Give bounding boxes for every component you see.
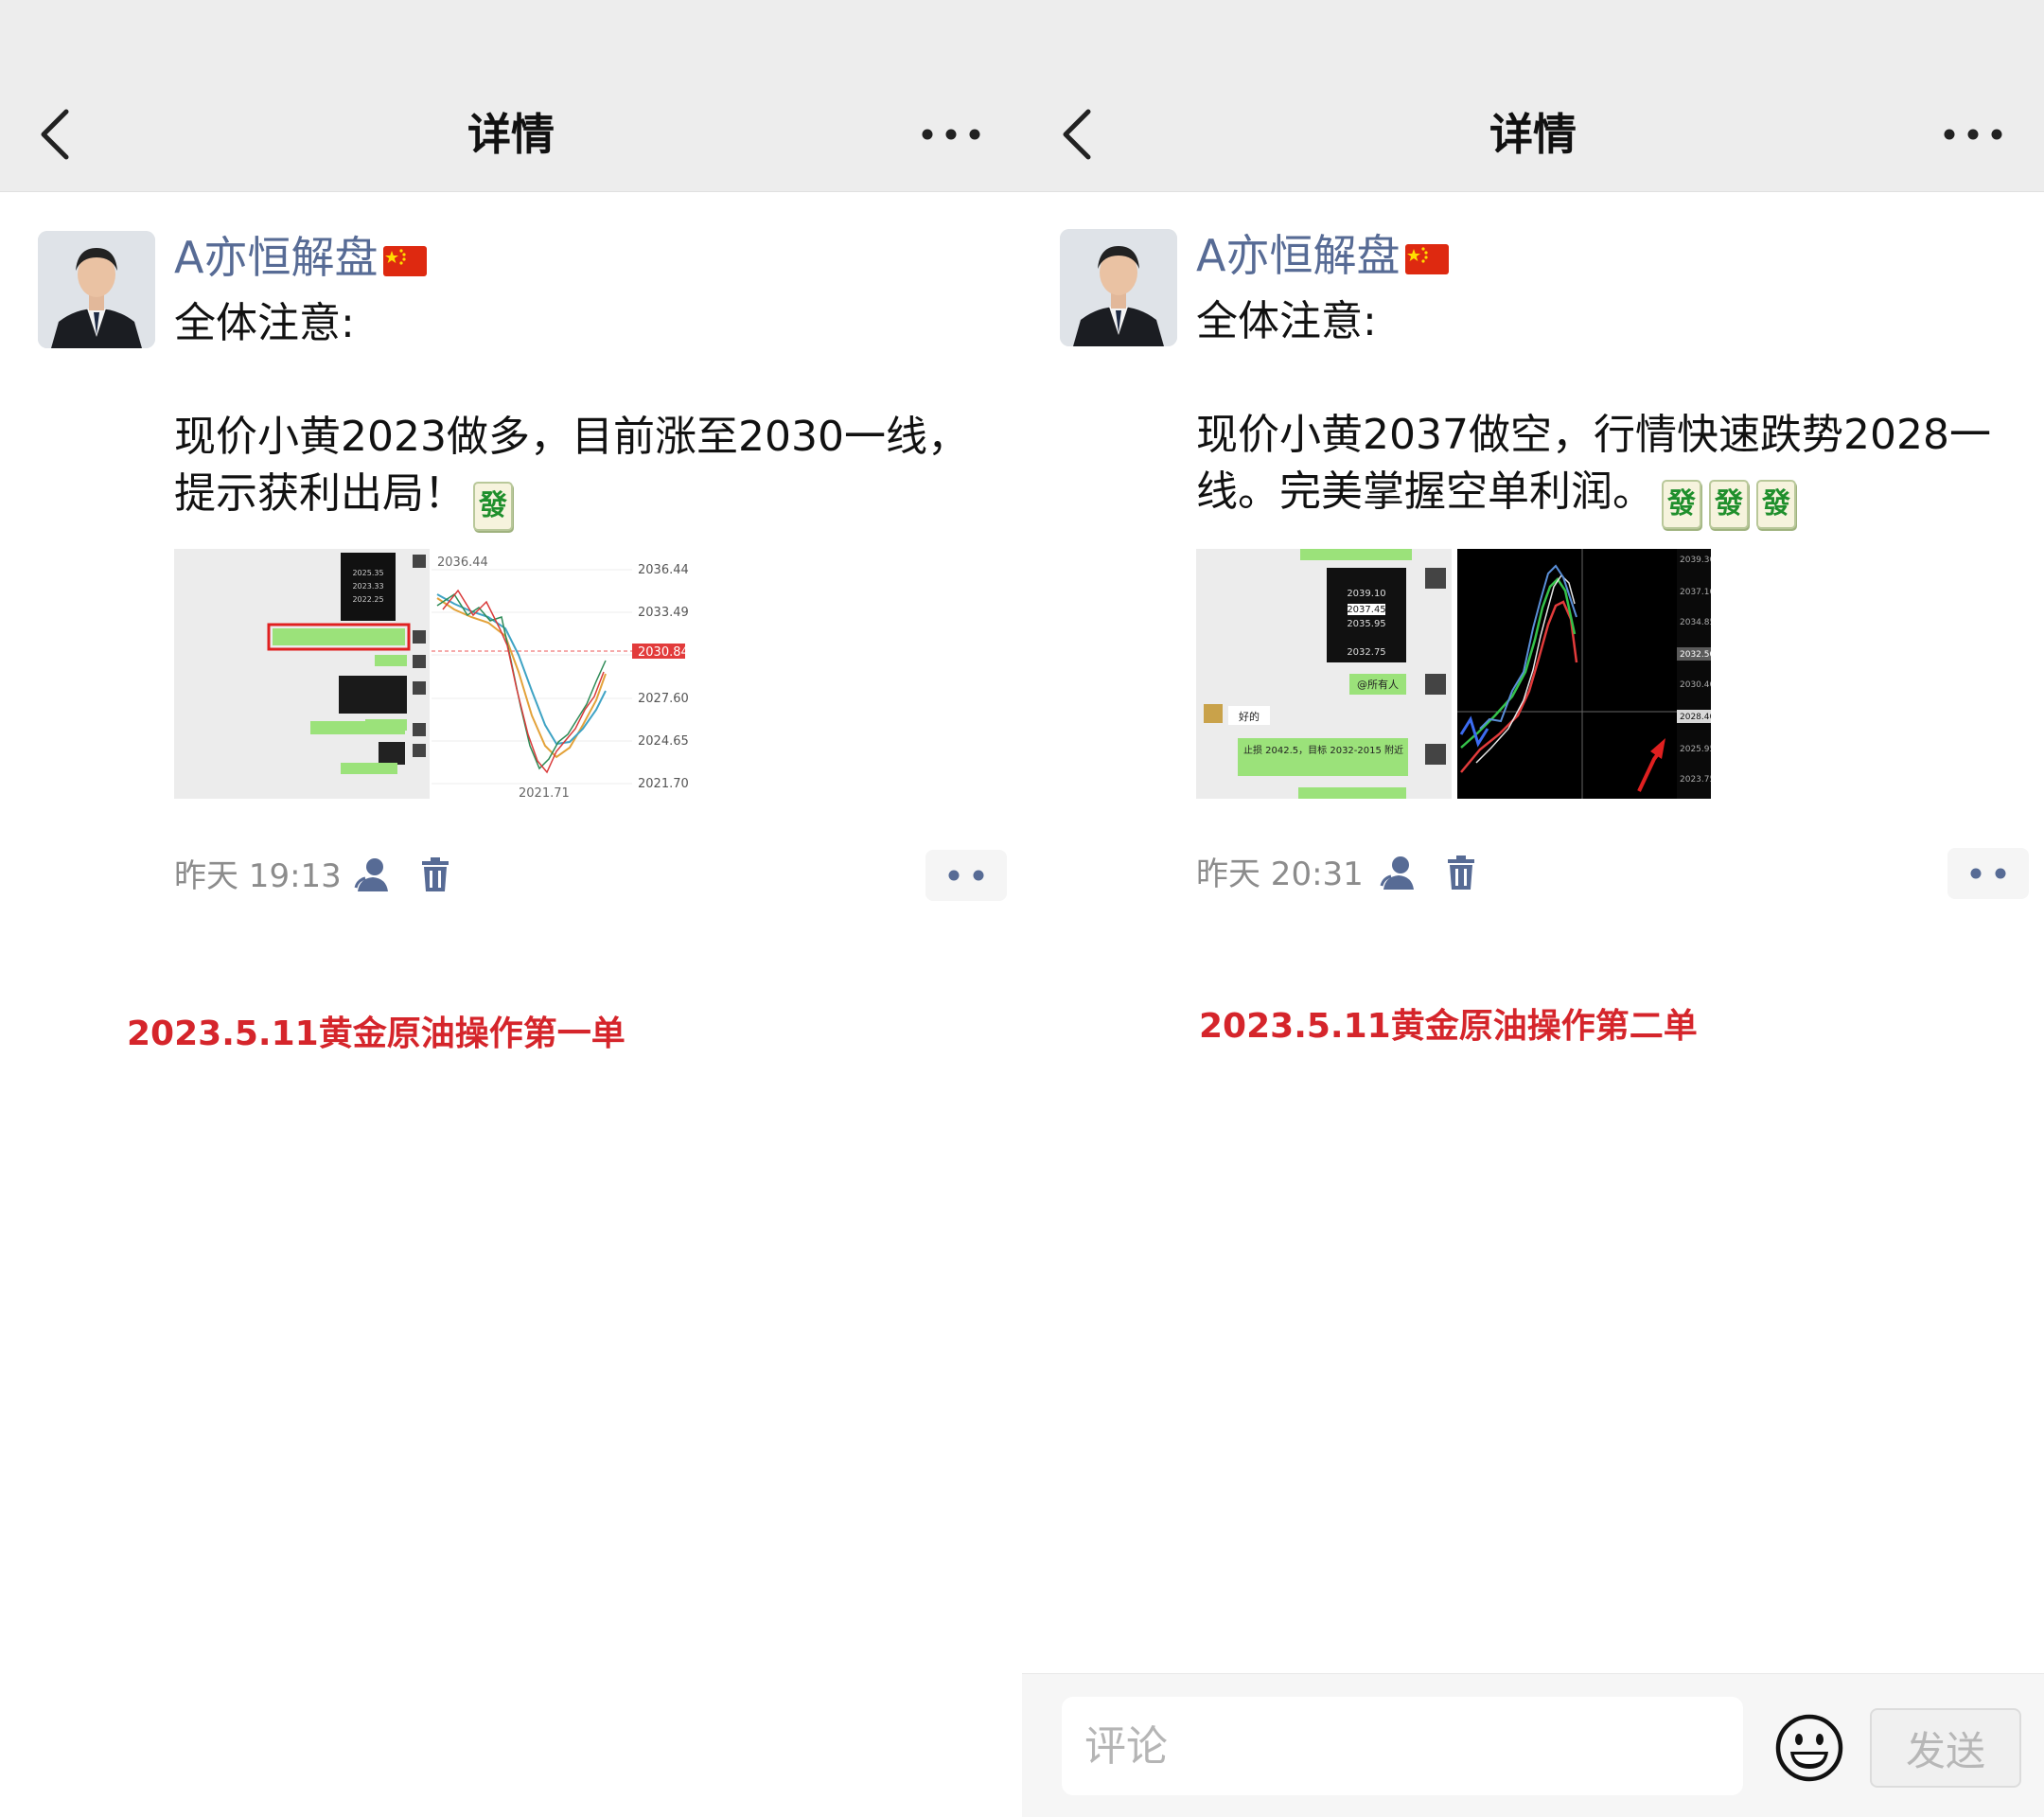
more-icon[interactable]	[918, 108, 984, 161]
post-text-line: 全体注意:	[174, 299, 355, 347]
like-comment-button[interactable]	[1947, 848, 2029, 899]
post-meta: 昨天 20:31	[1196, 848, 2029, 901]
price-tick: 2025.95	[1680, 745, 1711, 754]
price-tick: 2037.10	[1680, 588, 1711, 597]
mahjong-fa-icon: 發	[1756, 480, 1796, 529]
chat-bubble	[1238, 738, 1408, 776]
detail-screen-left: 详情 A亦恒解盘 全体注意: 现价小黄2023做多，目前涨至2030一线，提示获…	[0, 0, 1022, 1817]
status-bar	[0, 0, 1022, 78]
chat-avatar	[413, 744, 426, 757]
mahjong-fa-icon: 發	[1709, 480, 1749, 529]
more-icon[interactable]	[1940, 108, 2006, 161]
caption-label: 2023.5.11黄金原油操作第二单	[1199, 1007, 1698, 1046]
price-tick: 2024.65	[638, 734, 689, 749]
send-button[interactable]: 发送	[1870, 1708, 2021, 1788]
price-tick: 2036.44	[638, 563, 689, 577]
order-price: 2037.45	[1347, 605, 1385, 615]
chat-text: @所有人	[1357, 678, 1399, 691]
order-card	[379, 742, 405, 765]
post-text: 全体注意: 现价小黄2023做多，目前涨至2030一线，提示获利出局！發	[174, 295, 988, 531]
comment-input[interactable]	[1062, 1697, 1743, 1795]
price-tick: 2030.84	[638, 645, 689, 660]
post-image[interactable]: 2025.35 2023.33 2022.25 2036.44 2021.71	[174, 549, 691, 799]
chat-avatar	[413, 655, 426, 668]
chat-avatar	[1425, 744, 1446, 765]
order-price: 2039.10	[1347, 589, 1385, 599]
price-tick: 2032.50	[1680, 650, 1711, 660]
emoji-icon[interactable]	[1773, 1712, 1845, 1784]
detail-screen-right: 详情 A亦恒解盘 全体注意: 现价小黄2037做空，行情快速跌势2028一线。完…	[1022, 0, 2044, 1817]
price-tick: 2027.60	[638, 692, 689, 706]
price-tick: 2023.75	[1680, 775, 1711, 785]
chat-avatar	[1425, 568, 1446, 589]
china-flag-icon	[1405, 243, 1450, 274]
avatar[interactable]	[38, 231, 155, 348]
caption-label: 2023.5.11黄金原油操作第一单	[127, 1014, 626, 1053]
order-price: 2035.95	[1347, 619, 1385, 629]
post-text-line: 现价小黄2037做空，行情快速跌势2028一线。完美掌握空单利润。	[1196, 411, 1991, 516]
post-meta: 昨天 19:13	[174, 850, 1007, 903]
chat-avatar	[1204, 704, 1223, 723]
post-author[interactable]: A亦恒解盘	[1196, 225, 1450, 286]
chat-avatar	[413, 630, 426, 644]
chat-bubble	[310, 721, 405, 734]
price-axis	[1677, 549, 1711, 799]
mahjong-fa-icon: 發	[1662, 480, 1701, 529]
visibility-person-icon[interactable]	[352, 854, 394, 895]
chat-bubble	[375, 655, 407, 666]
page-title: 详情	[467, 109, 555, 160]
order-card	[339, 676, 407, 714]
chat-avatar	[1425, 674, 1446, 695]
avatar[interactable]	[1060, 229, 1177, 346]
price-tick: 2028.40	[1680, 713, 1711, 722]
chat-text: 好的	[1239, 710, 1260, 723]
mahjong-fa-icon: 發	[473, 482, 513, 531]
visibility-person-icon[interactable]	[1378, 852, 1419, 893]
author-name[interactable]: A亦恒解盘	[1196, 230, 1400, 281]
comment-bar: 发送	[1022, 1673, 2044, 1817]
nav-bar: 详情	[1022, 78, 2044, 192]
price-tick: 2039.30	[1680, 556, 1711, 565]
order-price: 2022.25	[352, 595, 383, 604]
post-image[interactable]: 2039.10 2037.45 2035.95 2032.75 @所有人 好的 …	[1196, 549, 1711, 799]
chat-bubble	[273, 628, 405, 645]
chat-avatar	[413, 555, 426, 568]
price-chart	[432, 549, 691, 799]
post-text: 全体注意: 现价小黄2037做空，行情快速跌势2028一线。完美掌握空单利润。發…	[1196, 293, 2010, 529]
order-price: 2032.75	[1347, 647, 1385, 658]
more-dots-icon	[1970, 868, 2006, 879]
chat-bubble	[341, 763, 397, 774]
avatar-portrait-icon	[38, 231, 155, 348]
nav-bar: 详情	[0, 78, 1022, 192]
post-text-line: 全体注意:	[1196, 297, 1377, 345]
price-chart	[1457, 549, 1711, 799]
author-name[interactable]: A亦恒解盘	[174, 232, 378, 283]
chart-label: 2036.44	[437, 556, 488, 570]
chat-avatar	[413, 723, 426, 736]
price-tick: 2034.85	[1680, 618, 1711, 627]
order-price: 2023.33	[352, 582, 383, 591]
post-time: 昨天 19:13	[174, 857, 342, 895]
page-title: 详情	[1489, 109, 1577, 160]
price-tick: 2030.40	[1680, 680, 1711, 690]
order-price: 2025.35	[352, 569, 383, 577]
post-time: 昨天 20:31	[1196, 856, 1364, 893]
price-tick: 2033.49	[638, 606, 689, 620]
chat-bubble	[1300, 549, 1412, 560]
post-author[interactable]: A亦恒解盘	[174, 227, 428, 288]
more-dots-icon	[948, 870, 984, 881]
chart-label: 2021.71	[519, 786, 570, 799]
delete-trash-icon[interactable]	[1440, 852, 1482, 893]
avatar-portrait-icon	[1060, 229, 1177, 346]
price-tick: 2021.70	[638, 777, 689, 791]
status-bar	[1022, 0, 2044, 78]
delete-trash-icon[interactable]	[414, 854, 456, 895]
like-comment-button[interactable]	[925, 850, 1007, 901]
china-flag-icon	[383, 245, 428, 276]
chat-avatar	[413, 681, 426, 695]
chat-bubble	[1298, 787, 1406, 799]
post-text-line: 现价小黄2023做多，目前涨至2030一线，提示获利出局！	[174, 413, 969, 518]
chat-text: 止损 2042.5，目标 2032-2015 附近	[1243, 744, 1403, 756]
